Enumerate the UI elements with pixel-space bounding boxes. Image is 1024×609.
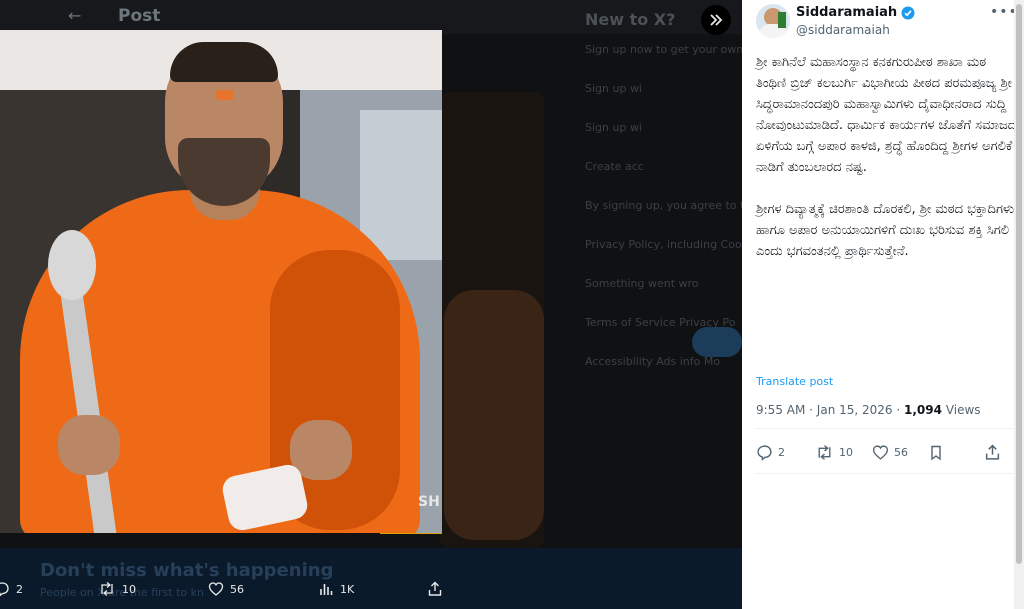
post-metadata: 9:55 AM · Jan 15, 2026 · 1,094 Views	[756, 403, 981, 417]
share-icon	[428, 581, 442, 596]
collapse-button[interactable]	[701, 5, 731, 35]
page-title: Post	[118, 6, 161, 26]
author-name[interactable]: Siddaramaiah	[796, 5, 897, 20]
post-image[interactable]: SH	[0, 30, 442, 533]
signup-line: Sign up now to get your own	[585, 43, 742, 56]
like-count: 56	[894, 446, 908, 459]
like-button[interactable]: 56	[872, 444, 908, 461]
media-views-count: 1K	[340, 582, 355, 596]
double-chevron-right-icon	[710, 14, 723, 26]
views-label: Views	[945, 403, 981, 417]
verified-badge-icon	[901, 6, 915, 19]
reply-icon	[757, 445, 772, 461]
repost-button[interactable]: 10	[815, 444, 853, 461]
media-like-button[interactable]: 56	[208, 581, 244, 597]
post-date[interactable]: Jan 15, 2026	[817, 403, 893, 417]
post-text: ಶ್ರೀ ಕಾಗಿನೆಲೆ ಮಹಾಸಂಸ್ಥಾನ ಕನಕಗುರುಪೀಠ ಶಾಖಾ…	[756, 55, 1017, 259]
signup-apple-button[interactable]: Sign up wi	[585, 121, 742, 134]
bookmark-button[interactable]	[928, 444, 944, 461]
author-name-row[interactable]: Siddaramaiah	[796, 5, 915, 20]
reply-icon	[0, 582, 9, 597]
media-action-bar: 2 10 56 1K	[0, 573, 742, 609]
image-watermark: SH	[418, 494, 440, 510]
bookmark-icon	[931, 445, 941, 461]
error-text: Something went wro	[585, 277, 699, 290]
views-count: 1,094	[904, 403, 942, 417]
translate-post-link[interactable]: Translate post	[756, 375, 833, 388]
media-share-button[interactable]	[427, 581, 443, 597]
author-handle[interactable]: @siddaramaiah	[796, 23, 890, 37]
heart-icon	[208, 582, 224, 596]
share-icon	[985, 444, 1000, 460]
heart-icon	[872, 445, 889, 460]
repost-count: 10	[839, 446, 853, 459]
terms-text: By signing up, you agree to th	[585, 199, 742, 212]
media-like-count: 56	[230, 582, 244, 596]
repost-icon	[818, 445, 831, 460]
image-hair	[170, 42, 278, 82]
background-media-figure	[444, 290, 544, 540]
media-views-button[interactable]: 1K	[318, 581, 354, 597]
create-account-button[interactable]: Create acc	[585, 160, 742, 173]
reply-count: 2	[778, 446, 785, 459]
privacy-text: Privacy Policy, including Coo	[585, 238, 742, 251]
repost-icon	[101, 582, 113, 596]
post-action-bar: 2 10 56	[756, 444, 1020, 464]
analytics-icon	[320, 584, 333, 595]
post-detail-panel: Siddaramaiah @siddaramaiah ••• ಶ್ರೀ ಕಾಗಿ…	[742, 0, 1024, 609]
reply-button[interactable]: 2	[756, 444, 785, 461]
scrollbar-thumb[interactable]	[1016, 4, 1022, 564]
divider	[754, 428, 1020, 429]
image-scepter-top	[48, 230, 96, 300]
signup-google-button[interactable]: Sign up wi	[585, 82, 742, 95]
media-repost-button[interactable]: 10	[98, 581, 136, 597]
share-button[interactable]	[984, 444, 1001, 461]
image-window	[360, 110, 442, 260]
media-reply-count: 2	[16, 582, 23, 596]
back-arrow-icon[interactable]: ←	[68, 6, 81, 25]
media-repost-count: 10	[122, 582, 136, 596]
divider	[754, 473, 1020, 474]
post-time[interactable]: 9:55 AM	[756, 403, 805, 417]
image-forehead-mark	[216, 90, 234, 100]
image-hand-left	[58, 415, 120, 475]
retry-button[interactable]	[692, 327, 742, 357]
media-reply-button[interactable]: 2	[0, 581, 23, 597]
avatar[interactable]	[756, 4, 790, 38]
